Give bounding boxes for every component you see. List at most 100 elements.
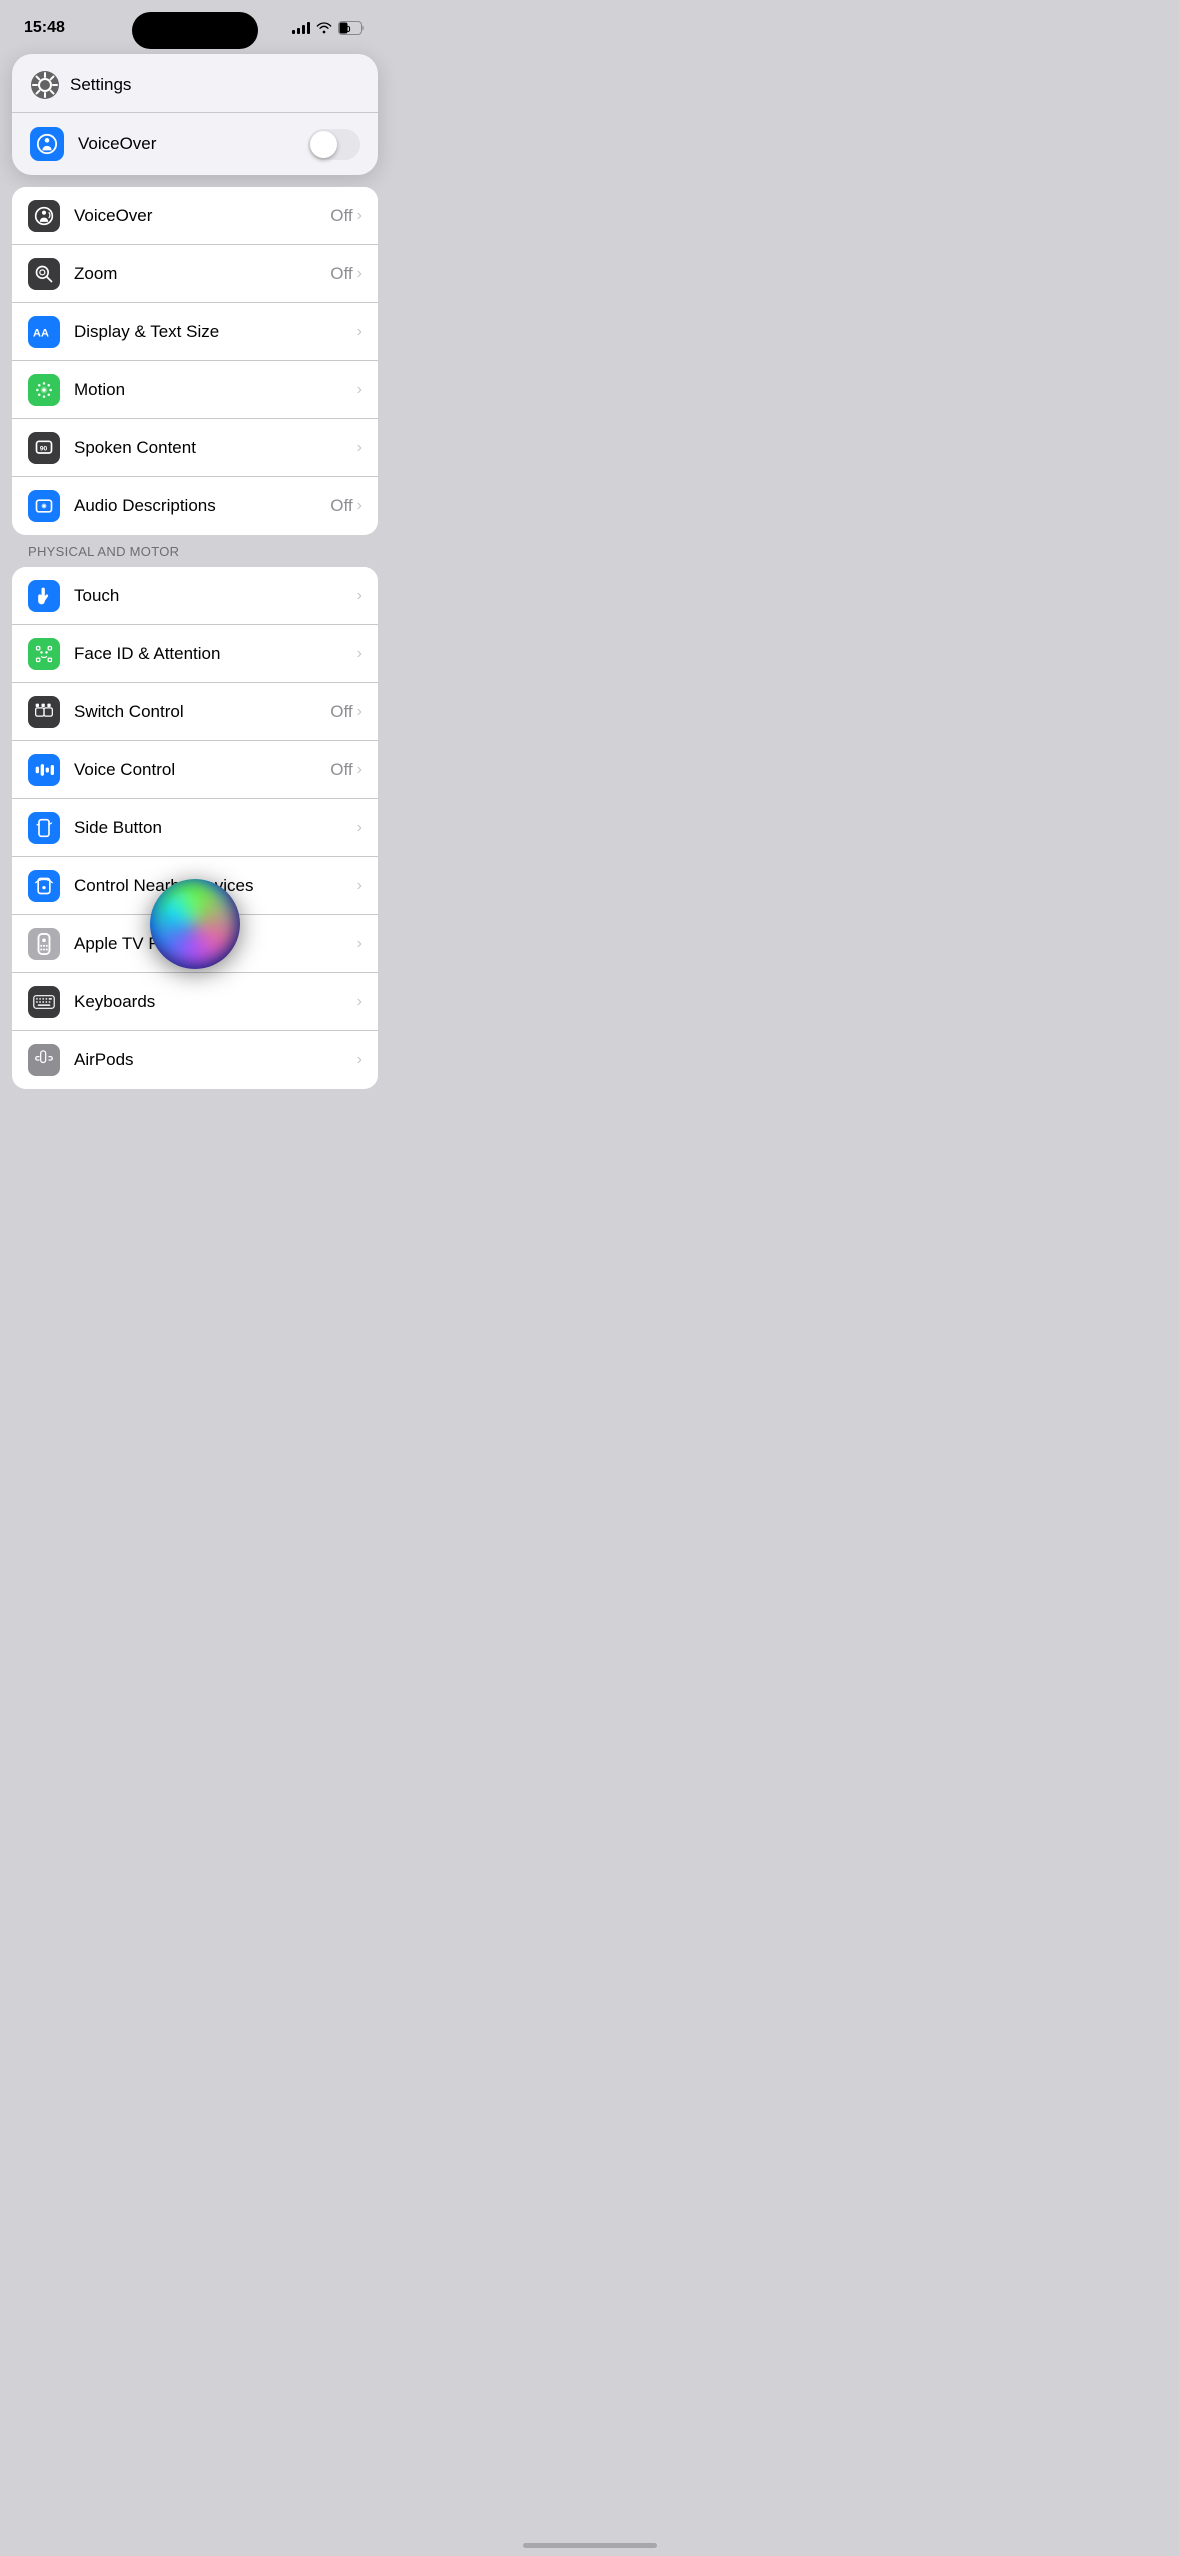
- physical-motor-header: PHYSICAL AND MOTOR: [12, 544, 195, 567]
- home-indicator: [523, 2543, 657, 2548]
- voiceover-list-icon: [28, 200, 60, 232]
- section-spacer: PHYSICAL AND MOTOR: [12, 545, 378, 567]
- voice-control-value: Off: [330, 760, 352, 780]
- face-id-content: Face ID & Attention ›: [74, 644, 362, 664]
- chevron-icon: ›: [357, 645, 362, 663]
- chevron-icon: ›: [357, 323, 362, 341]
- chevron-icon: ›: [357, 207, 362, 225]
- keyboards-icon: [28, 986, 60, 1018]
- apple-tv-remote-icon: [28, 928, 60, 960]
- display-text-right: ›: [357, 323, 362, 341]
- voiceover-item-label: VoiceOver: [74, 206, 152, 226]
- list-item-switch-control[interactable]: Switch Control Off ›: [12, 683, 378, 741]
- spoken-content-content: Spoken Content ›: [74, 438, 362, 458]
- face-id-label: Face ID & Attention: [74, 644, 220, 664]
- switch-control-content: Switch Control Off ›: [74, 702, 362, 722]
- switch-control-label: Switch Control: [74, 702, 184, 722]
- voiceover-toggle[interactable]: [308, 129, 360, 160]
- zoom-item-right: Off ›: [330, 264, 362, 284]
- face-id-icon: [28, 638, 60, 670]
- list-item-zoom[interactable]: Zoom Off ›: [12, 245, 378, 303]
- side-button-icon: [28, 812, 60, 844]
- floating-card-title: Settings: [70, 75, 131, 95]
- audio-desc-right: Off ›: [330, 496, 362, 516]
- floating-voiceover-row[interactable]: VoiceOver: [12, 113, 378, 175]
- chevron-icon: ›: [357, 935, 362, 953]
- motion-icon: [28, 374, 60, 406]
- list-item-voiceover[interactable]: VoiceOver Off ›: [12, 187, 378, 245]
- svg-text:AA: AA: [33, 327, 49, 339]
- airpods-icon: [28, 1044, 60, 1076]
- airpods-right: ›: [357, 1051, 362, 1069]
- svg-text:90: 90: [40, 445, 48, 452]
- list-item-keyboards[interactable]: Keyboards ›: [12, 973, 378, 1031]
- voiceover-icon: [30, 127, 64, 161]
- list-item-audio-descriptions[interactable]: Audio Descriptions Off ›: [12, 477, 378, 535]
- display-text-content: Display & Text Size ›: [74, 322, 362, 342]
- zoom-icon: [28, 258, 60, 290]
- chevron-icon: ›: [357, 819, 362, 837]
- audio-desc-value: Off: [330, 496, 352, 516]
- voiceover-value: Off: [330, 206, 352, 226]
- audio-desc-label: Audio Descriptions: [74, 496, 216, 516]
- voice-control-icon: [28, 754, 60, 786]
- display-text-label: Display & Text Size: [74, 322, 219, 342]
- voice-control-label: Voice Control: [74, 760, 175, 780]
- list-item-voice-control[interactable]: Voice Control Off ›: [12, 741, 378, 799]
- touch-content: Touch ›: [74, 586, 362, 606]
- touch-right: ›: [357, 587, 362, 605]
- vision-section-card: VoiceOver Off › Zoom Off ›: [12, 187, 378, 535]
- siri-inner: [155, 884, 235, 964]
- face-id-right: ›: [357, 645, 362, 663]
- chevron-icon: ›: [357, 703, 362, 721]
- keyboards-content: Keyboards ›: [74, 992, 362, 1012]
- floating-card-header: Settings: [12, 54, 378, 113]
- touch-label: Touch: [74, 586, 119, 606]
- floating-voiceover-card: Settings VoiceOver: [12, 54, 378, 175]
- voiceover-item-right: Off ›: [330, 206, 362, 226]
- list-item-face-id[interactable]: Face ID & Attention ›: [12, 625, 378, 683]
- toggle-knob: [310, 131, 337, 158]
- chevron-icon: ›: [357, 877, 362, 895]
- spoken-content-right: ›: [357, 439, 362, 457]
- zoom-value: Off: [330, 264, 352, 284]
- dynamic-island: [132, 12, 258, 49]
- side-button-right: ›: [357, 819, 362, 837]
- list-item-spoken-content[interactable]: 90 Spoken Content ›: [12, 419, 378, 477]
- spoken-content-label: Spoken Content: [74, 438, 196, 458]
- siri-orb[interactable]: [150, 879, 240, 969]
- chevron-icon: ›: [357, 993, 362, 1011]
- list-item-airpods[interactable]: AirPods ›: [12, 1031, 378, 1089]
- status-icons: 30: [292, 21, 366, 35]
- motion-item-label: Motion: [74, 380, 125, 400]
- airpods-content: AirPods ›: [74, 1050, 362, 1070]
- settings-gear-icon: [30, 70, 60, 100]
- side-button-label: Side Button: [74, 818, 162, 838]
- keyboards-label: Keyboards: [74, 992, 155, 1012]
- list-item-side-button[interactable]: Side Button ›: [12, 799, 378, 857]
- touch-icon: [28, 580, 60, 612]
- zoom-item-label: Zoom: [74, 264, 117, 284]
- audio-descriptions-icon: [28, 490, 60, 522]
- display-text-size-icon: AA: [28, 316, 60, 348]
- zoom-content: Zoom Off ›: [74, 264, 362, 284]
- list-item-display-text-size[interactable]: AA Display & Text Size ›: [12, 303, 378, 361]
- audio-desc-content: Audio Descriptions Off ›: [74, 496, 362, 516]
- list-item-touch[interactable]: Touch ›: [12, 567, 378, 625]
- control-nearby-icon: [28, 870, 60, 902]
- chevron-icon: ›: [357, 381, 362, 399]
- voice-control-right: Off ›: [330, 760, 362, 780]
- chevron-icon: ›: [357, 265, 362, 283]
- chevron-icon: ›: [357, 439, 362, 457]
- voiceover-content: VoiceOver Off ›: [74, 206, 362, 226]
- switch-control-value: Off: [330, 702, 352, 722]
- chevron-icon: ›: [357, 761, 362, 779]
- battery-icon: 30: [338, 21, 366, 35]
- physical-motor-card: Touch › Face ID & Attention: [12, 567, 378, 1089]
- chevron-icon: ›: [357, 497, 362, 515]
- svg-text:30: 30: [342, 25, 351, 34]
- switch-control-right: Off ›: [330, 702, 362, 722]
- chevron-icon: ›: [357, 1051, 362, 1069]
- list-item-motion[interactable]: Motion ›: [12, 361, 378, 419]
- airpods-label: AirPods: [74, 1050, 134, 1070]
